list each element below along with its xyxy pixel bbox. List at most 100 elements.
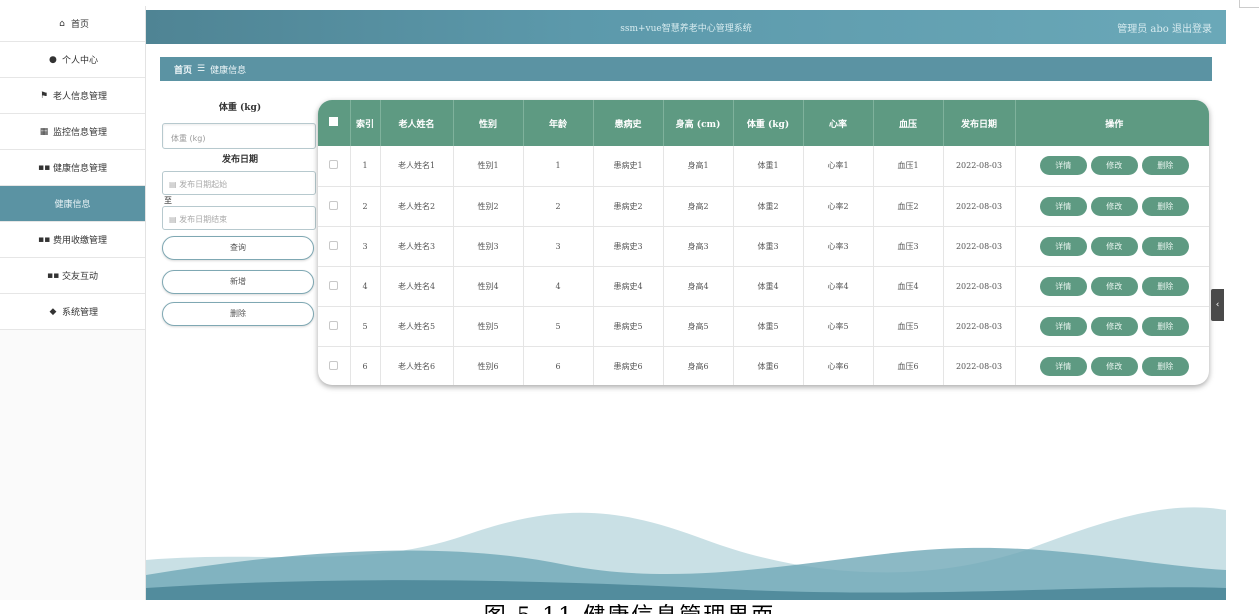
edit-button[interactable]: 修改 [1090,316,1138,336]
search-panel: 体重 (kg) 体重 (kg) 发布日期 ▤ 发布日期起始 至 ▤ 发布日期结束… [162,100,318,326]
weight-input[interactable]: 体重 (kg) [162,123,316,149]
row-checkbox[interactable] [318,146,351,187]
sidebar-item-elder-info[interactable]: ⚑ 老人信息管理 [0,78,145,114]
row-delete-button[interactable]: 删除 [1141,156,1189,176]
sidebar-item-social[interactable]: ▪▪ 交友互动 [0,258,145,294]
edit-button[interactable]: 修改 [1090,196,1138,216]
edit-button[interactable]: 修改 [1090,356,1138,376]
row-delete-button[interactable]: 删除 [1141,276,1189,296]
cell-weight: 体重3 [733,226,804,267]
detail-button[interactable]: 详情 [1039,276,1087,296]
select-all-checkbox[interactable] [318,100,351,146]
date-label: 发布日期 [221,155,258,165]
cell-height: 身高4 [663,266,734,307]
date-start-placeholder: 发布日期起始 [179,180,228,189]
breadcrumb-home[interactable]: 首页 [174,63,192,76]
detail-button[interactable]: 详情 [1039,356,1087,376]
cell-gender: 性别1 [453,146,524,187]
cell-heart-rate: 心率3 [803,226,874,267]
cell-height: 身高1 [663,146,734,187]
detail-button[interactable]: 详情 [1039,156,1087,176]
cell-date: 2022-08-03 [943,226,1016,267]
cell-name: 老人姓名2 [380,186,454,227]
cell-name: 老人姓名6 [380,346,454,385]
date-end-input[interactable]: ▤ 发布日期结束 [162,206,316,230]
cell-history: 患病史3 [593,226,664,267]
cell-name: 老人姓名4 [380,266,454,307]
user-icon: ● [49,54,57,65]
calendar-icon: ▤ [169,180,180,189]
table-row: 1 老人姓名1 性别1 1 患病史1 身高1 体重1 心率1 血压1 2022-… [318,146,1209,187]
sidebar-item-label: 费用收缴管理 [52,236,107,246]
row-delete-button[interactable]: 删除 [1141,236,1189,256]
cell-blood-pressure: 血压1 [873,146,944,187]
sidebar-item-home[interactable]: ⌂ 首页 [0,6,145,42]
sidebar-item-monitor[interactable]: ▦ 监控信息管理 [0,114,145,150]
sidebar-item-fees[interactable]: ▪▪ 费用收缴管理 [0,222,145,258]
column-header: 操作 [1105,119,1124,130]
cell-heart-rate: 心率4 [803,266,874,307]
row-checkbox[interactable] [318,226,351,267]
user-logout-link[interactable]: 管理员 abo 退出登录 [1117,20,1212,35]
detail-button[interactable]: 详情 [1039,236,1087,256]
row-checkbox[interactable] [318,346,351,385]
row-delete-button[interactable]: 删除 [1141,316,1189,336]
column-header: 发布日期 [943,100,1016,146]
cell-gender: 性别3 [453,226,524,267]
add-button[interactable]: 新增 [162,270,314,294]
corner-frame [1239,0,1259,8]
delete-button[interactable]: 删除 [162,302,314,326]
row-delete-button[interactable]: 删除 [1141,196,1189,216]
sidebar-item-label: 交友互动 [61,272,98,282]
cell-gender: 性别4 [453,266,524,307]
collapse-tab[interactable]: ‹ [1211,289,1224,321]
cell-age: 2 [523,186,594,227]
row-checkbox[interactable] [318,186,351,227]
row-checkbox[interactable] [318,306,351,347]
column-header: 血压 [873,100,944,146]
cell-weight: 体重2 [733,186,804,227]
grid-icon: ▪▪ [46,270,60,281]
edit-button[interactable]: 修改 [1090,276,1138,296]
column-header: 身高 (cm) [663,100,734,146]
detail-button[interactable]: 详情 [1039,196,1087,216]
sidebar-item-health-info[interactable]: 健康信息 [0,186,145,222]
cell-actions: 详情 修改 删除 [1015,266,1209,307]
sidebar-item-health-mgmt[interactable]: ▪▪ 健康信息管理 [0,150,145,186]
sidebar-item-profile[interactable]: ● 个人中心 [0,42,145,78]
cell-heart-rate: 心率2 [803,186,874,227]
cell-age: 1 [523,146,594,187]
table-row: 3 老人姓名3 性别3 3 患病史3 身高3 体重3 心率3 血压3 2022-… [318,226,1209,267]
row-checkbox[interactable] [318,266,351,307]
table-header-row: 索引 老人姓名 性别 年龄 患病史 身高 (cm) 体重 (kg) 心率 血压 … [318,100,1209,146]
cell-heart-rate: 心率5 [803,306,874,347]
column-header: 患病史 [593,100,664,146]
calendar-icon: ▤ [169,215,180,224]
figure-caption: 图 5-11 健康信息管理界面 [0,598,1259,614]
sidebar-item-label: 健康信息 [54,200,91,210]
sidebar-item-label: 个人中心 [61,56,98,66]
top-header: ssm+vue智慧养老中心管理系统 管理员 abo 退出登录 [146,10,1226,44]
cell-history: 患病史6 [593,346,664,385]
column-header: 索引 [350,100,381,146]
edit-button[interactable]: 修改 [1090,156,1138,176]
cell-gender: 性别6 [453,346,524,385]
query-button[interactable]: 查询 [162,236,314,260]
detail-button[interactable]: 详情 [1039,316,1087,336]
menu-icon: ☰ [197,64,206,74]
date-end-placeholder: 发布日期结束 [179,215,228,224]
grid-icon: ▪▪ [37,162,51,173]
column-header: 年龄 [523,100,594,146]
table-row: 2 老人姓名2 性别2 2 患病史2 身高2 体重2 心率2 血压2 2022-… [318,186,1209,227]
cell-age: 6 [523,346,594,385]
sidebar-item-system[interactable]: ◆ 系统管理 [0,294,145,330]
decorative-waves [146,507,1226,600]
cell-blood-pressure: 血压5 [873,306,944,347]
date-start-input[interactable]: ▤ 发布日期起始 [162,171,316,195]
table-row: 5 老人姓名5 性别5 5 患病史5 身高5 体重5 心率5 血压5 2022-… [318,306,1209,347]
sidebar-item-label: 首页 [70,20,89,30]
cell-weight: 体重1 [733,146,804,187]
row-delete-button[interactable]: 删除 [1141,356,1189,376]
cell-actions: 详情 修改 删除 [1015,226,1209,267]
edit-button[interactable]: 修改 [1090,236,1138,256]
